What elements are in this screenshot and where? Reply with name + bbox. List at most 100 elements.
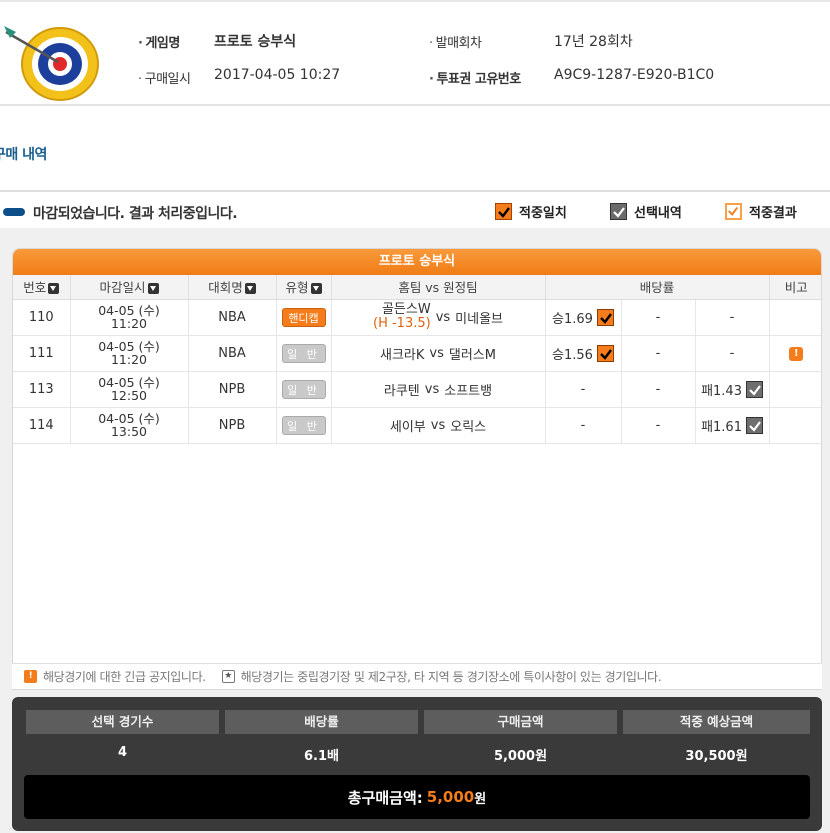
round-value: 17년 28회차 bbox=[554, 34, 633, 50]
alert-icon[interactable]: ! bbox=[789, 347, 804, 361]
note-urgent: 해당경기에 대한 긴급 공지입니다. bbox=[43, 670, 206, 684]
checkbox-checked-icon bbox=[745, 416, 763, 434]
summary-head-amount: 구매금액 bbox=[424, 710, 617, 734]
cell-no: 111 bbox=[13, 335, 71, 372]
summary-expected: 30,500원 bbox=[685, 749, 748, 764]
table-header-row: 번호 마감일시 대회명 유형 홈팀 vs 원정팀 배당률 비고 bbox=[13, 275, 821, 300]
total-purchase-bar: 총구매금액: 5,000 원 bbox=[24, 775, 810, 819]
sort-down-icon[interactable] bbox=[147, 283, 159, 295]
cell-deadline: 04-05 (수) 12:50 bbox=[70, 371, 189, 408]
bet-table-panel: 프로토 승부식 번호 마감일시 대회명 유형 홈팀 vs 원정팀 배당률 비고 … bbox=[12, 248, 822, 690]
legend-label: 선택내역 bbox=[634, 206, 682, 221]
table-title: 프로토 승부식 bbox=[13, 249, 821, 275]
home-team: 새크라K bbox=[380, 347, 425, 363]
table-row: 114 04-05 (수) 13:50 NPB 일 반 세이부 vs 오릭스 - … bbox=[13, 407, 821, 444]
table-notes: ! 해당경기에 대한 긴급 공지입니다. ★ 해당경기는 중립경기장 및 제2구… bbox=[12, 663, 822, 689]
legend-result: 적중결과 bbox=[725, 202, 797, 221]
cell-league: NBA bbox=[188, 335, 277, 372]
cell-note bbox=[769, 371, 821, 408]
cell-note bbox=[769, 299, 821, 336]
cell-league: NPB bbox=[188, 371, 277, 408]
purchase-summary: 선택 경기수 배당률 구매금액 적중 예상금액 4 6.1배 5,000원 30… bbox=[12, 697, 822, 831]
header-teams: 홈팀 vs 원정팀 bbox=[331, 275, 546, 300]
cell-odd-lose: 패1.61 bbox=[695, 407, 770, 444]
header-type[interactable]: 유형 bbox=[276, 275, 332, 300]
cell-type: 일 반 bbox=[276, 371, 332, 408]
purchase-label: 구매일시 bbox=[138, 68, 191, 87]
cell-teams: 세이부 vs 오릭스 bbox=[331, 407, 546, 444]
bet-table: 번호 마감일시 대회명 유형 홈팀 vs 원정팀 배당률 비고 110 04-0… bbox=[13, 275, 821, 444]
game-value: 프로토 승부식 bbox=[214, 34, 297, 50]
cell-type: 핸디캡 bbox=[276, 299, 332, 336]
header-no[interactable]: 번호 bbox=[13, 275, 71, 300]
cell-deadline: 04-05 (수) 13:50 bbox=[70, 407, 189, 444]
cell-odd-lose: 패1.43 bbox=[695, 371, 770, 408]
away-team: 미네올브 bbox=[455, 311, 503, 327]
general-badge: 일 반 bbox=[281, 379, 326, 399]
note-venue: 해당경기는 중립경기장 및 제2구장, 타 지역 등 경기장소에 특이사항이 있… bbox=[240, 670, 662, 684]
cell-odd-draw: - bbox=[621, 335, 696, 372]
sort-down-icon[interactable] bbox=[310, 283, 322, 295]
cell-odd-win: - bbox=[545, 371, 622, 408]
checkbox-checked-icon bbox=[596, 344, 614, 362]
away-team: 오릭스 bbox=[450, 419, 487, 435]
cell-no: 110 bbox=[13, 299, 71, 336]
vs-label: vs bbox=[424, 381, 440, 397]
handicap-badge: 핸디캡 bbox=[281, 307, 326, 327]
ticket-label: 투표권 고유번호 bbox=[429, 68, 521, 87]
cell-type: 일 반 bbox=[276, 335, 332, 372]
vs-label: vs bbox=[429, 345, 444, 361]
cell-odd-win: - bbox=[545, 407, 622, 444]
ticket-value: A9C9-1287-E920-B1C0 bbox=[554, 67, 715, 83]
header-odds: 배당률 bbox=[545, 275, 770, 300]
cell-teams: 새크라K vs 댈러스M bbox=[331, 335, 546, 372]
table-row: 111 04-05 (수) 11:20 NBA 일 반 새크라K vs 댈러스M … bbox=[13, 335, 821, 372]
cell-deadline: 04-05 (수) 11:20 bbox=[70, 335, 189, 372]
general-badge: 일 반 bbox=[281, 415, 326, 435]
summary-head-expected: 적중 예상금액 bbox=[623, 710, 810, 734]
cell-type: 일 반 bbox=[276, 407, 332, 444]
cell-odd-draw: - bbox=[621, 407, 696, 444]
cell-league: NPB bbox=[188, 407, 277, 444]
game-label: 게임명 bbox=[138, 32, 180, 51]
legend-label: 적중결과 bbox=[749, 206, 797, 221]
cell-note bbox=[769, 407, 821, 444]
checkbox-checked-icon bbox=[610, 203, 627, 220]
divider bbox=[0, 190, 830, 192]
cell-odd-lose: - bbox=[695, 335, 770, 372]
star-icon: ★ bbox=[221, 670, 235, 683]
status-message: 마감되었습니다. 결과 처리중입니다. bbox=[33, 206, 238, 222]
summary-count: 4 bbox=[117, 745, 128, 760]
summary-amount: 5,000원 bbox=[493, 749, 548, 764]
total-unit: 원 bbox=[474, 791, 487, 807]
table-row: 113 04-05 (수) 12:50 NPB 일 반 라쿠텐 vs 소프트뱅 -… bbox=[13, 371, 821, 408]
ticket-header: 게임명 프로토 승부식 구매일시 2017-04-05 10:27 발매회차 1… bbox=[0, 0, 830, 106]
cell-note: ! bbox=[769, 335, 821, 372]
sort-down-icon[interactable] bbox=[48, 283, 60, 295]
table-row: 110 04-05 (수) 11:20 NBA 핸디캡 골든스W (H -13.5)… bbox=[13, 299, 821, 336]
sort-down-icon[interactable] bbox=[244, 283, 256, 295]
checkbox-checked-icon bbox=[596, 308, 614, 326]
handicap-value: (H -13.5) bbox=[373, 316, 431, 331]
summary-head-odds: 배당률 bbox=[225, 710, 418, 734]
cell-odd-win: 승1.56 bbox=[545, 335, 622, 372]
cell-no: 113 bbox=[13, 371, 71, 408]
away-team: 댈러스M bbox=[448, 347, 496, 363]
status-indicator-icon bbox=[3, 208, 25, 216]
cell-teams: 라쿠텐 vs 소프트뱅 bbox=[331, 371, 546, 408]
vs-label: vs bbox=[435, 309, 451, 325]
round-label: 발매회차 bbox=[429, 32, 482, 51]
alert-icon: ! bbox=[24, 670, 37, 683]
legend-hit: 적중일치 bbox=[495, 202, 567, 221]
home-team: 라쿠텐 bbox=[383, 383, 420, 399]
general-badge: 일 반 bbox=[281, 343, 326, 363]
header-league[interactable]: 대회명 bbox=[188, 275, 277, 300]
legend-selection: 선택내역 bbox=[610, 202, 682, 221]
cell-no: 114 bbox=[13, 407, 71, 444]
total-amount: 5,000 bbox=[426, 788, 475, 806]
summary-odds: 6.1배 bbox=[304, 749, 339, 764]
cell-league: NBA bbox=[188, 299, 277, 336]
cell-teams: 골든스W (H -13.5) vs 미네올브 bbox=[331, 299, 546, 336]
cell-odd-lose: - bbox=[695, 299, 770, 336]
header-deadline[interactable]: 마감일시 bbox=[70, 275, 189, 300]
